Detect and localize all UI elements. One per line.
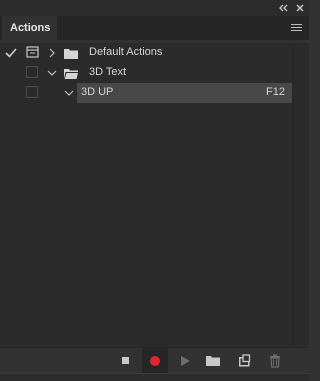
panel-menu-icon[interactable] bbox=[291, 24, 302, 32]
checkmark-icon[interactable] bbox=[4, 46, 18, 60]
panel-bottom-edge bbox=[0, 373, 309, 381]
list-item[interactable]: Default Actions bbox=[0, 43, 292, 63]
chevron-right-icon[interactable] bbox=[47, 48, 57, 58]
list-item[interactable]: 3D Text bbox=[0, 63, 292, 83]
close-icon[interactable] bbox=[294, 2, 306, 14]
dialog-toggle-icon[interactable] bbox=[26, 46, 39, 58]
action-label: 3D UP bbox=[81, 86, 114, 98]
checkbox[interactable] bbox=[26, 66, 38, 78]
actions-list[interactable]: Default Actions 3D Text 3D UP F12 bbox=[0, 43, 309, 347]
list-item-selected[interactable]: 3D UP F12 bbox=[0, 83, 292, 103]
shortcut-key: F12 bbox=[266, 86, 285, 98]
delete-button[interactable] bbox=[262, 348, 288, 374]
new-set-button[interactable] bbox=[200, 348, 226, 374]
new-action-button[interactable] bbox=[231, 348, 257, 374]
folder-open-icon bbox=[64, 68, 78, 79]
stop-button[interactable] bbox=[113, 348, 139, 374]
checkbox[interactable] bbox=[26, 86, 38, 98]
tab-actions[interactable]: Actions bbox=[2, 16, 57, 40]
play-button[interactable] bbox=[172, 348, 198, 374]
chevron-down-icon[interactable] bbox=[47, 68, 57, 78]
actions-toolbar bbox=[0, 347, 309, 374]
selected-row-highlight: 3D UP F12 bbox=[77, 83, 292, 103]
folder-icon bbox=[64, 48, 78, 59]
record-button[interactable] bbox=[142, 348, 168, 374]
panel-titlebar bbox=[0, 0, 309, 16]
collapse-icon[interactable] bbox=[277, 2, 289, 14]
action-set-label: Default Actions bbox=[89, 46, 163, 58]
tab-bar: Actions bbox=[0, 16, 309, 40]
chevron-down-icon[interactable] bbox=[64, 88, 74, 98]
scrollbar-track[interactable] bbox=[293, 43, 309, 347]
action-set-label: 3D Text bbox=[89, 66, 127, 78]
